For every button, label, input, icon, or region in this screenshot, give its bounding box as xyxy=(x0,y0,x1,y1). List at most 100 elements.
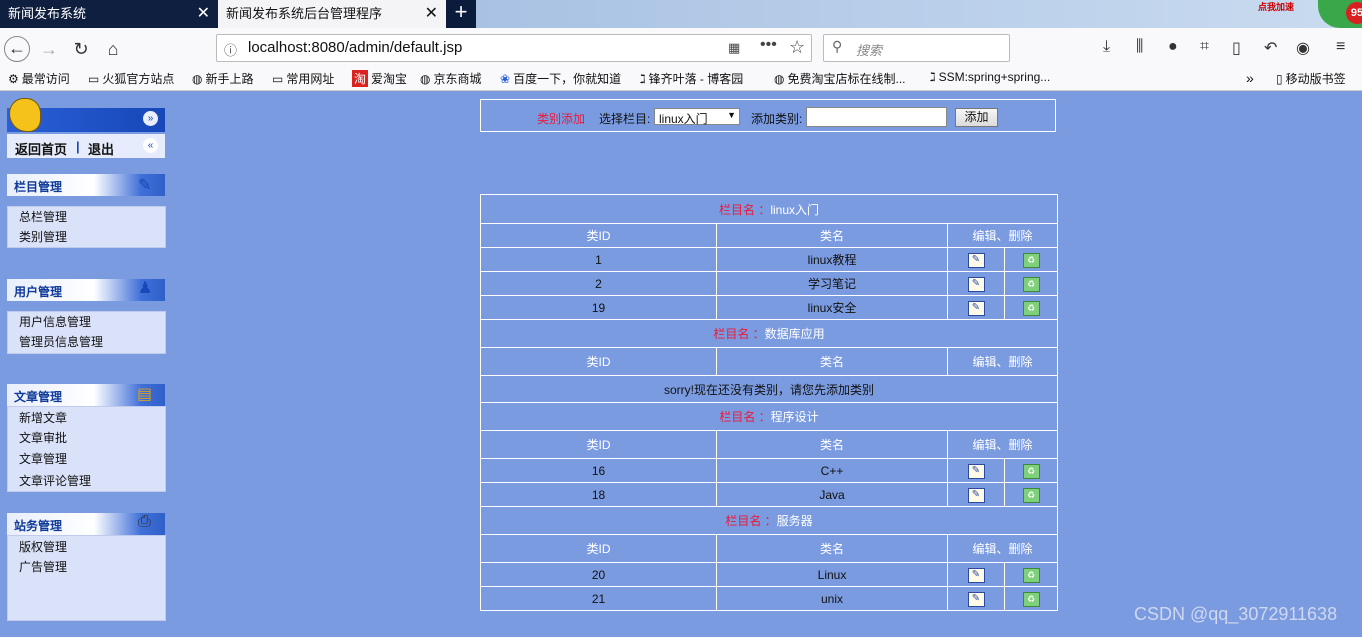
add-button[interactable]: 添加 xyxy=(955,108,998,127)
delete-icon[interactable]: ♻ xyxy=(1022,252,1040,268)
sidebar-item-ads[interactable]: 广告管理 xyxy=(19,558,67,575)
search-input[interactable] xyxy=(823,34,1010,62)
sidebar-item-new-article[interactable]: 新增文章 xyxy=(19,409,67,426)
collapse-left-icon[interactable]: « xyxy=(143,138,158,153)
edit-icon[interactable]: ✎ xyxy=(967,253,985,268)
sidebar-item-category[interactable]: 类别管理 xyxy=(19,228,67,245)
col-name-header: 类名 xyxy=(716,534,948,563)
home-link[interactable]: 返回首页 xyxy=(15,139,67,158)
bookmark-label: 京东商城 xyxy=(433,72,482,86)
cell-name: 学习笔记 xyxy=(716,271,948,296)
collapse-down-icon[interactable]: » xyxy=(143,111,158,126)
edit-icon[interactable]: ✎ xyxy=(967,592,985,607)
tab-admin[interactable]: 新闻发布系统后台管理程序 ✕ xyxy=(218,0,446,28)
delete-icon[interactable]: ♻ xyxy=(1022,463,1040,479)
page-actions-icon[interactable]: ••• xyxy=(760,36,777,54)
column-select-value: linux入门 xyxy=(659,112,708,126)
info-icon[interactable]: ⓘ xyxy=(224,40,237,59)
account-icon[interactable]: ◉ xyxy=(1296,38,1310,58)
logout-link[interactable]: 退出 xyxy=(88,139,114,158)
form-title: 类别添加 xyxy=(537,112,586,126)
baidu-icon: ❀ xyxy=(500,72,511,86)
logo-icon xyxy=(9,98,41,132)
bookmark-item[interactable]: ◍ 免费淘宝店标在线制... xyxy=(774,70,906,87)
table-row: 20 Linux ✎ ♻ xyxy=(480,562,1059,587)
header-row: 类ID 类名 编辑、删除 xyxy=(480,430,1059,459)
bookmark-item[interactable]: ◍ 新手上路 xyxy=(192,70,254,87)
sidebar-item-comments[interactable]: 文章评论管理 xyxy=(19,472,91,489)
new-tab-icon[interactable]: + xyxy=(446,0,476,28)
sidebar-item-user-info[interactable]: 用户信息管理 xyxy=(19,313,91,330)
edit-icon[interactable]: ✎ xyxy=(967,568,985,583)
table-row: 1 linux教程 ✎ ♻ xyxy=(480,247,1059,272)
section-name: 服务器 xyxy=(776,514,813,528)
section-name: linux入门 xyxy=(770,202,820,217)
delete-icon[interactable]: ♻ xyxy=(1022,487,1040,503)
delete-icon[interactable]: ♻ xyxy=(1022,591,1040,607)
bookmark-star-icon[interactable]: ☆ xyxy=(789,37,805,58)
sidebar-icon[interactable]: ▯ xyxy=(1232,38,1241,58)
delete-icon[interactable]: ♻ xyxy=(1022,300,1040,316)
globe-icon: ◍ xyxy=(420,72,431,86)
forward-icon[interactable]: → xyxy=(36,36,62,62)
chat-icon[interactable]: ● xyxy=(1168,38,1178,56)
printer-icon: ⎙ xyxy=(138,513,151,530)
bookmark-item[interactable]: ❀ 百度一下，你就知道 xyxy=(500,70,621,87)
cell-id: 21 xyxy=(480,586,717,611)
table-row: 16 C++ ✎ ♻ xyxy=(480,458,1059,483)
chevron-down-icon: ▼ xyxy=(727,110,736,120)
globe-icon: ◍ xyxy=(774,72,785,86)
undo-icon[interactable]: ↶ xyxy=(1264,38,1277,58)
cell-id: 20 xyxy=(480,562,717,587)
section-prefix: 栏目名 ： xyxy=(713,327,765,341)
mobile-bookmarks[interactable]: ▯ 移动版书签 xyxy=(1276,70,1346,87)
bookmark-item[interactable]: ◍ 京东商城 xyxy=(420,70,482,87)
delete-icon[interactable]: ♻ xyxy=(1022,567,1040,583)
bookmark-item[interactable]: ▭ 火狐官方站点 xyxy=(88,70,174,87)
cell-name: unix xyxy=(716,586,948,611)
edit-icon[interactable]: ✎ xyxy=(967,277,985,292)
edit-icon[interactable]: ✎ xyxy=(967,301,985,316)
delete-icon[interactable]: ♻ xyxy=(1022,276,1040,292)
bookmark-item[interactable]: 淘爱淘宝 xyxy=(352,70,407,87)
back-icon[interactable]: ← xyxy=(4,36,30,62)
download-icon[interactable]: ⤓ xyxy=(1103,38,1110,56)
panel-title: 站务管理 xyxy=(14,519,63,533)
tab-news-system[interactable]: 新闻发布系统 ✕ xyxy=(0,0,218,28)
url-text[interactable]: localhost:8080/admin/default.jsp xyxy=(248,39,462,56)
table-row: 2 学习笔记 ✎ ♻ xyxy=(480,271,1059,296)
phone-icon: ▯ xyxy=(1276,72,1283,86)
crop-icon[interactable]: ⌗ xyxy=(1200,38,1209,56)
bookmark-label: 最常访问 xyxy=(21,72,70,86)
cell-name: linux教程 xyxy=(716,247,948,272)
reload-icon[interactable]: ↻ xyxy=(68,36,94,62)
bookmark-label: 免费淘宝店标在线制... xyxy=(787,72,906,86)
column-select[interactable]: linux入门 ▼ xyxy=(654,108,740,126)
sidebar-item-article-manage[interactable]: 文章管理 xyxy=(19,450,67,467)
edit-icon[interactable]: ✎ xyxy=(967,488,985,503)
qr-code-icon[interactable]: ▦ xyxy=(728,40,740,56)
close-icon[interactable]: ✕ xyxy=(425,0,438,27)
edit-icon[interactable]: ✎ xyxy=(967,464,985,479)
empty-row: sorry!现在还没有类别，请您先添加类别 xyxy=(479,375,1059,403)
bookmark-item[interactable]: ▭ 常用网址 xyxy=(272,70,334,87)
sidebar-item-article-approval[interactable]: 文章审批 xyxy=(19,429,67,446)
more-bookmarks-icon[interactable]: » xyxy=(1246,70,1254,86)
category-name-input[interactable] xyxy=(806,107,947,127)
link-separator: | xyxy=(76,139,80,154)
section-prefix: 栏目名 ： xyxy=(719,202,771,217)
sidebar-item-copyright[interactable]: 版权管理 xyxy=(19,538,67,555)
bookmark-item[interactable]: ⚙ 最常访问 xyxy=(8,70,70,87)
bookmark-item[interactable]: ℷ SSM:spring+spring... xyxy=(930,70,1050,84)
bookmark-item[interactable]: ℷ 锋齐叶落 - 博客园 xyxy=(640,70,743,87)
close-icon[interactable]: ✕ xyxy=(197,0,210,27)
sidebar-item-admin-info[interactable]: 管理员信息管理 xyxy=(19,333,103,350)
cell-id: 2 xyxy=(480,271,717,296)
menu-icon[interactable]: ≡ xyxy=(1336,38,1345,56)
header-row: 类ID 类名 编辑、删除 xyxy=(480,223,1059,248)
home-icon[interactable]: ⌂ xyxy=(100,36,126,62)
bookmark-label: 火狐官方站点 xyxy=(102,72,175,86)
extension-label: 点我加速 xyxy=(1258,2,1295,12)
sidebar-item-all-columns[interactable]: 总栏管理 xyxy=(19,208,67,225)
library-icon[interactable]: ⫼ xyxy=(1136,38,1143,56)
